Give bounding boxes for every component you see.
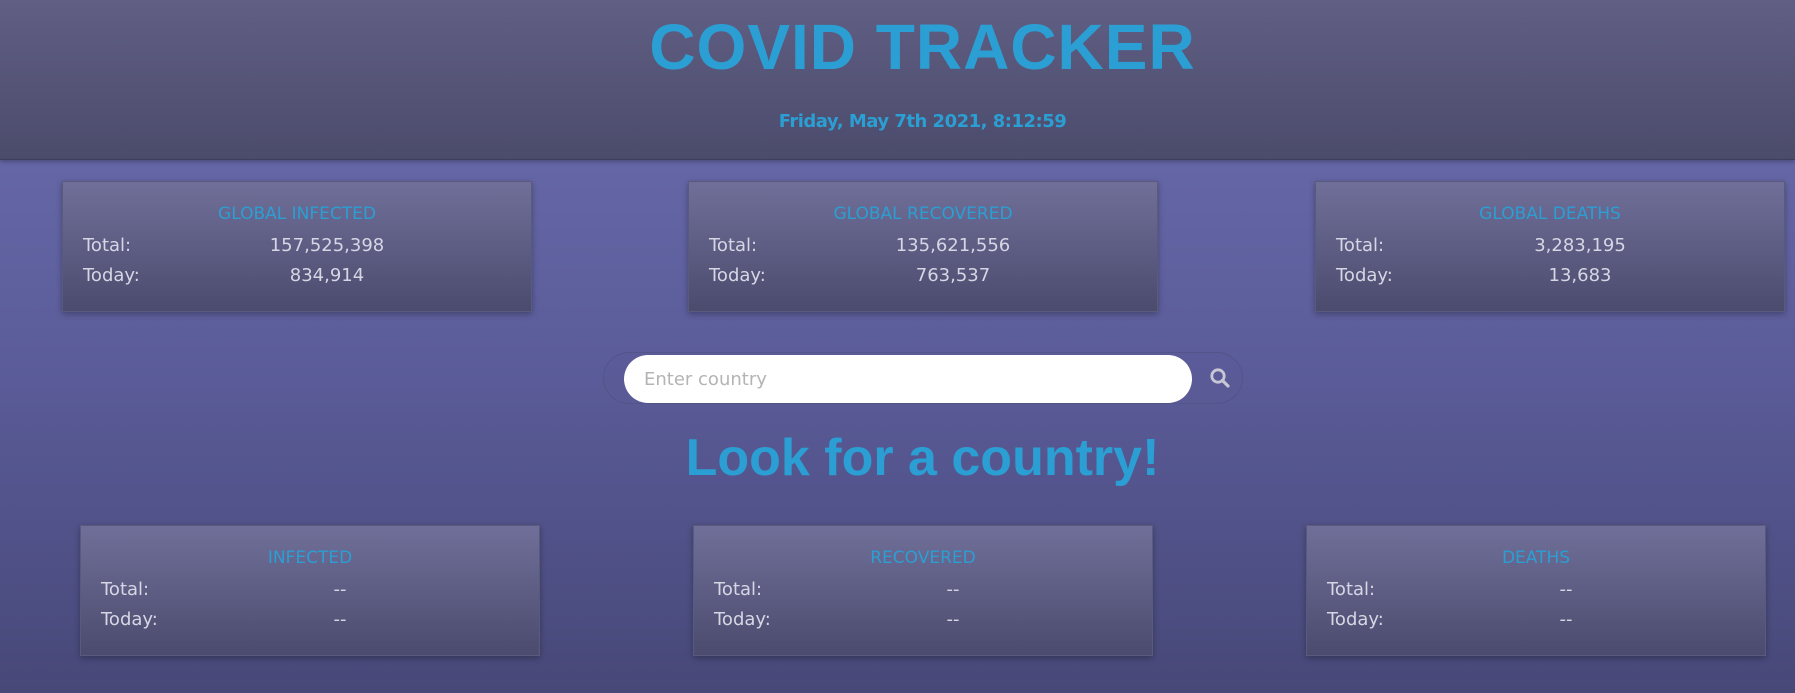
today-row: Today: -- [1327, 609, 1745, 633]
total-value: 3,283,195 [1534, 235, 1626, 256]
today-row: Today: -- [101, 609, 519, 633]
country-search-input[interactable] [624, 355, 1192, 403]
today-value: 763,537 [915, 265, 991, 286]
today-value: 13,683 [1548, 265, 1612, 286]
country-infected-card: INFECTED Total: -- Today: -- [80, 525, 540, 656]
today-value: -- [946, 609, 960, 630]
total-value: -- [333, 579, 347, 600]
card-title: GLOBAL DEATHS [1479, 204, 1621, 224]
look-for-country-heading: Look for a country! [685, 429, 1160, 487]
total-value: 157,525,398 [269, 235, 385, 256]
card-title: RECOVERED [870, 548, 976, 568]
today-value: -- [1559, 609, 1573, 630]
country-deaths-card: DEATHS Total: -- Today: -- [1306, 525, 1766, 656]
total-value: -- [1559, 579, 1573, 600]
total-row: Total: -- [101, 579, 519, 603]
search-icon [1210, 367, 1230, 388]
global-deaths-card: GLOBAL DEATHS Total: 3,283,195 Today: 13… [1315, 181, 1785, 312]
total-value: 135,621,556 [895, 235, 1011, 256]
total-row: Total: -- [1327, 579, 1745, 603]
card-title: DEATHS [1501, 548, 1571, 568]
global-infected-card: GLOBAL INFECTED Total: 157,525,398 Today… [62, 181, 532, 312]
card-title: GLOBAL INFECTED [218, 204, 376, 224]
search-bar [603, 352, 1243, 404]
header: COVID TRACKER Friday, May 7th 2021, 8:12… [0, 0, 1795, 160]
today-value: -- [333, 609, 347, 630]
today-row: Today: 834,914 [83, 265, 511, 289]
card-title: INFECTED [267, 548, 353, 568]
today-row: Today: -- [714, 609, 1132, 633]
today-row: Today: 13,683 [1336, 265, 1764, 289]
today-value: 834,914 [289, 265, 365, 286]
total-value: -- [946, 579, 960, 600]
page-title: COVID TRACKER [649, 11, 1196, 83]
datetime-text: Friday, May 7th 2021, 8:12:59 [778, 111, 1067, 132]
card-title: GLOBAL RECOVERED [833, 204, 1013, 224]
country-recovered-card: RECOVERED Total: -- Today: -- [693, 525, 1153, 656]
total-row: Total: 135,621,556 [709, 235, 1137, 259]
total-row: Total: 157,525,398 [83, 235, 511, 259]
total-row: Total: 3,283,195 [1336, 235, 1764, 259]
search-button[interactable] [1200, 357, 1240, 401]
global-recovered-card: GLOBAL RECOVERED Total: 135,621,556 Toda… [688, 181, 1158, 312]
today-row: Today: 763,537 [709, 265, 1137, 289]
total-row: Total: -- [714, 579, 1132, 603]
